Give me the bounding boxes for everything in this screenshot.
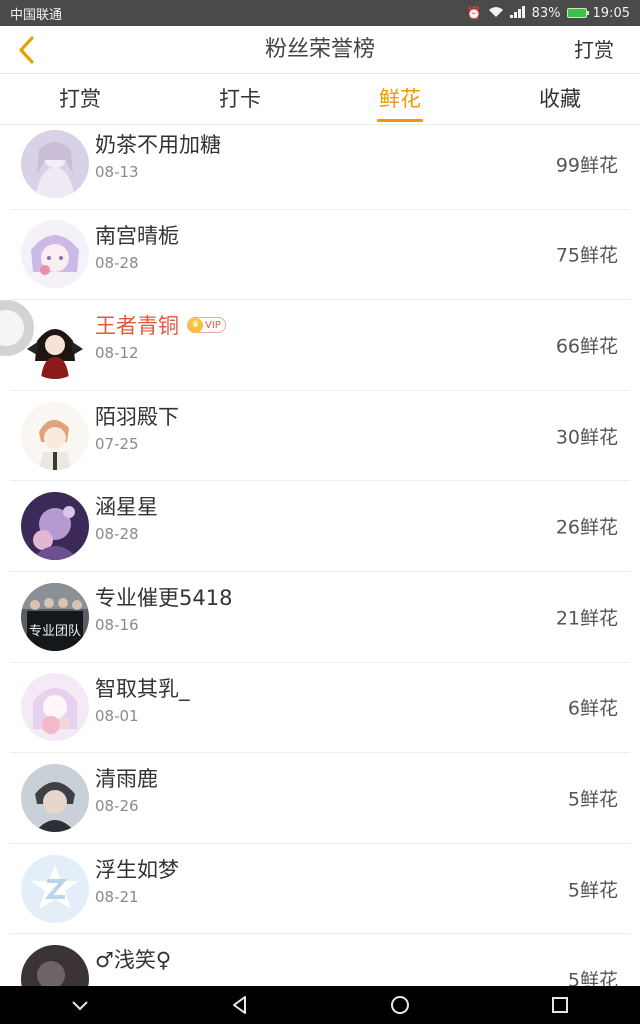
tab-label: 收藏 (539, 87, 581, 111)
system-nav-bar (0, 986, 640, 1024)
fan-date: 08-21 (95, 887, 139, 906)
fan-date: 08-13 (95, 163, 139, 181)
fan-date: 08-28 (95, 253, 139, 272)
avatar-caption: 专业团队 (29, 624, 81, 639)
fan-date: 07-25 (95, 434, 139, 453)
fan-name: 陌羽殿下 (95, 404, 179, 429)
fan-date: 08-12 (95, 344, 139, 363)
list-item[interactable]: 专业团队 专业催更5418 08-16 21鲜花 (10, 572, 630, 663)
flower-count: 75鲜花 (555, 244, 618, 267)
tab-reward[interactable]: 打赏 (0, 75, 160, 124)
home-circle-icon (391, 996, 409, 1014)
list-item[interactable]: 陌羽殿下 07-25 30鲜花 (10, 391, 630, 482)
list-item[interactable]: 智取其乳_ 08-01 6鲜花 (10, 663, 630, 754)
avatar (21, 854, 89, 923)
battery-percent: 83% (531, 5, 561, 21)
reward-button[interactable]: 打赏 (574, 26, 614, 74)
screen: 中国联通 ⏰ 83% 19:05 粉丝荣誉榜 打赏 打赏 打卡 鲜花 收藏 奶茶… (0, 0, 640, 1024)
list-item[interactable]: 涵星星 08-28 26鲜花 (10, 481, 630, 572)
list-item[interactable]: ♂浅笑♀ 5鲜花 (10, 934, 630, 986)
fan-date: 08-28 (95, 525, 139, 544)
flower-count: 6鲜花 (567, 697, 618, 720)
avatar (21, 492, 89, 561)
vip-label: VIP (205, 319, 221, 331)
tab-bar: 打赏 打卡 鲜花 收藏 (0, 75, 640, 125)
avatar (21, 129, 89, 198)
flower-count: 66鲜花 (555, 335, 618, 358)
fan-name: 王者青铜 ♛ VIP (95, 310, 226, 340)
fan-date: 08-26 (95, 797, 139, 816)
fan-list: 奶茶不用加糖 08-13 99鲜花 南宫晴栀 08-28 75鲜花 王者青铜 ♛… (0, 126, 640, 986)
flower-count: 5鲜花 (567, 969, 618, 986)
alarm-icon: ⏰ (466, 6, 482, 20)
avatar: 专业团队 (21, 582, 89, 651)
system-home-button[interactable] (380, 990, 420, 1020)
list-item[interactable]: 南宫晴栀 08-28 75鲜花 (10, 210, 630, 301)
tab-label: 鲜花 (379, 87, 421, 111)
fan-date: 08-16 (95, 615, 139, 634)
flower-count: 5鲜花 (567, 788, 618, 811)
clock: 19:05 (592, 5, 630, 21)
recents-square-icon (552, 997, 568, 1013)
fan-name: ♂浅笑♀ (95, 948, 172, 973)
avatar (21, 945, 89, 986)
tab-checkin[interactable]: 打卡 (160, 75, 320, 124)
fan-name: 专业催更5418 (95, 585, 233, 610)
fan-name: 清雨鹿 (95, 767, 158, 792)
fan-name: 涵星星 (95, 495, 158, 520)
list-item[interactable]: 浮生如梦 08-21 5鲜花 (10, 844, 630, 935)
battery-icon (566, 8, 589, 18)
flower-count: 5鲜花 (567, 879, 618, 902)
flower-count: 99鲜花 (555, 154, 618, 177)
back-triangle-icon (233, 996, 246, 1014)
avatar (21, 763, 89, 832)
list-item[interactable]: 王者青铜 ♛ VIP 08-12 66鲜花 (10, 300, 630, 391)
tab-label: 打赏 (59, 87, 101, 111)
fan-name: 南宫晴栀 (95, 223, 179, 248)
signal-icon (509, 6, 526, 20)
flower-count: 30鲜花 (555, 426, 618, 449)
crown-icon: ♛ (188, 317, 203, 333)
hide-nav-button[interactable] (60, 990, 100, 1020)
fan-name: 智取其乳_ (95, 676, 190, 701)
tab-favorites[interactable]: 收藏 (480, 75, 640, 124)
page-title: 粉丝荣誉榜 (264, 37, 375, 62)
carrier-label: 中国联通 (10, 7, 63, 23)
list-item[interactable]: 奶茶不用加糖 08-13 99鲜花 (10, 126, 630, 210)
flower-count: 26鲜花 (555, 516, 618, 539)
fan-date: 08-01 (95, 706, 139, 725)
avatar (21, 673, 89, 742)
system-recents-button[interactable] (540, 990, 580, 1020)
list-item[interactable]: 清雨鹿 08-26 5鲜花 (10, 753, 630, 844)
flower-count: 21鲜花 (555, 607, 618, 630)
wifi-icon (488, 6, 504, 20)
tab-active-indicator (377, 119, 423, 122)
nav-bar: 粉丝荣誉榜 打赏 (0, 26, 640, 74)
avatar (21, 401, 89, 470)
vip-badge: ♛ VIP (187, 317, 226, 334)
fan-name: 浮生如梦 (95, 857, 179, 882)
avatar (21, 220, 89, 289)
status-bar: 中国联通 ⏰ 83% 19:05 (0, 0, 640, 26)
status-right: ⏰ 83% 19:05 (467, 6, 630, 21)
system-back-button[interactable] (220, 990, 260, 1020)
fan-name: 奶茶不用加糖 (95, 133, 221, 157)
tab-label: 打卡 (219, 87, 261, 111)
chevron-down-icon (72, 1001, 88, 1011)
tab-flowers[interactable]: 鲜花 (320, 75, 480, 124)
